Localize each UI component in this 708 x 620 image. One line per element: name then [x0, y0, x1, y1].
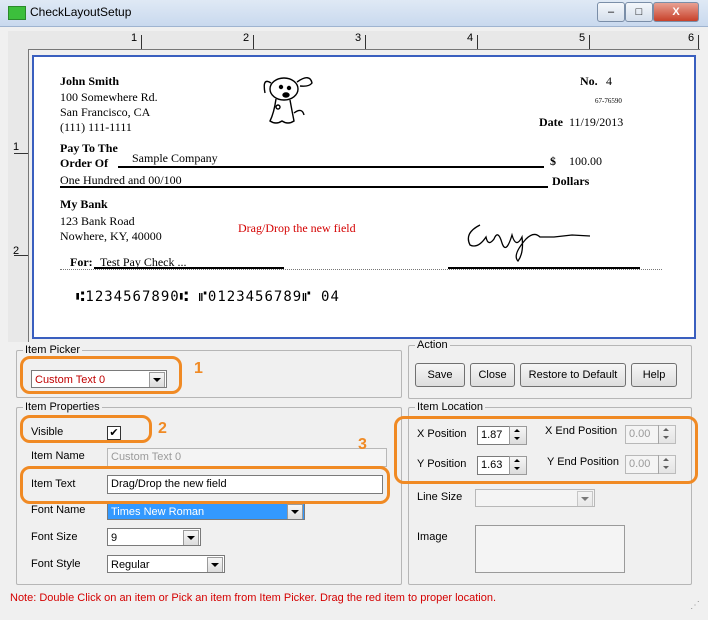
highlight-visible	[20, 415, 152, 443]
bank-address-line1[interactable]: 123 Bank Road	[60, 214, 135, 229]
help-button[interactable]: Help	[631, 363, 677, 387]
annotation-number-1: 1	[194, 360, 203, 377]
line-size-select[interactable]	[475, 489, 595, 507]
annotation-number-3: 3	[358, 436, 367, 453]
ruler-label: 3	[355, 32, 362, 44]
chevron-down-icon[interactable]	[207, 557, 223, 572]
chevron-down-icon[interactable]	[287, 504, 303, 519]
payee-name[interactable]: Sample Company	[132, 151, 218, 166]
line-size-label: Line Size	[417, 491, 463, 503]
payer-address-line1[interactable]: 100 Somewhere Rd.	[60, 90, 158, 105]
micr-line[interactable]: ⑆1234567890⑆ ⑈0123456789⑈ 04	[76, 289, 340, 305]
ruler-label: 1	[13, 141, 20, 153]
app-icon	[8, 6, 26, 20]
bank-name[interactable]: My Bank	[60, 197, 108, 212]
chevron-down-icon[interactable]	[183, 530, 199, 545]
dollars-label[interactable]: Dollars	[552, 174, 589, 189]
date-label[interactable]: Date	[539, 115, 563, 130]
font-name-value: Times New Roman	[111, 506, 205, 518]
highlight-item-picker	[20, 356, 182, 394]
routing-fraction[interactable]: 67-76590	[595, 97, 622, 105]
action-group: Action Save Close Restore to Default Hel…	[408, 339, 692, 399]
pay-to-label-line2[interactable]: Order Of	[60, 156, 108, 171]
payer-address-line2[interactable]: San Francisco, CA	[60, 105, 150, 120]
image-label: Image	[417, 531, 448, 543]
minimize-button[interactable]: –	[597, 2, 625, 22]
dog-logo-icon[interactable]	[254, 69, 316, 131]
check-canvas[interactable]: John Smith 100 Somewhere Rd. San Francis…	[32, 55, 696, 339]
item-name-label: Item Name	[31, 450, 85, 462]
window-title: CheckLayoutSetup	[30, 5, 132, 19]
horizontal-ruler: 1 2 3 4 5 6	[8, 31, 700, 50]
status-note: Note: Double Click on an item or Pick an…	[10, 592, 497, 604]
close-button[interactable]: Close	[470, 363, 515, 387]
item-name-field[interactable]: Custom Text 0	[107, 448, 387, 467]
close-window-button[interactable]: X	[653, 2, 699, 22]
image-preview-box[interactable]	[475, 525, 625, 573]
ruler-label: 5	[579, 32, 586, 44]
payee-line	[118, 166, 544, 168]
ruler-label: 1	[131, 32, 138, 44]
title-bar: CheckLayoutSetup – □ X	[0, 0, 708, 27]
font-style-select[interactable]: Regular	[107, 555, 225, 573]
annotation-number-2: 2	[158, 420, 167, 437]
amount-value[interactable]: 100.00	[569, 154, 602, 169]
maximize-button[interactable]: □	[625, 2, 653, 22]
signature-image[interactable]	[462, 215, 602, 265]
item-picker-legend: Item Picker	[23, 344, 83, 356]
bank-address-line2[interactable]: Nowhere, KY, 40000	[60, 229, 162, 244]
restore-default-button[interactable]: Restore to Default	[520, 363, 626, 387]
vertical-ruler: 1 2	[8, 49, 29, 342]
ruler-label: 4	[467, 32, 474, 44]
font-style-label: Font Style	[31, 558, 81, 570]
ruler-label: 6	[688, 32, 695, 44]
action-legend: Action	[415, 339, 450, 351]
highlight-item-location	[394, 416, 698, 484]
check-no-value[interactable]: 4	[606, 74, 612, 89]
ruler-label: 2	[13, 245, 20, 257]
font-name-label: Font Name	[31, 504, 86, 516]
custom-text-field[interactable]: Drag/Drop the new field	[238, 221, 356, 236]
pay-to-label-line1[interactable]: Pay To The	[60, 141, 118, 156]
dollar-sign[interactable]: $	[550, 154, 556, 169]
check-no-label[interactable]: No.	[580, 74, 598, 89]
save-button[interactable]: Save	[415, 363, 465, 387]
highlight-item-text	[20, 466, 390, 504]
micr-guide-line	[60, 269, 662, 270]
font-size-value: 9	[111, 532, 118, 544]
chevron-down-icon[interactable]	[577, 491, 593, 506]
item-location-legend: Item Location	[415, 401, 486, 413]
payer-name[interactable]: John Smith	[60, 74, 119, 89]
font-name-select[interactable]: Times New Roman	[107, 502, 305, 520]
item-properties-legend: Item Properties	[23, 401, 102, 413]
ruler-label: 2	[243, 32, 250, 44]
font-size-label: Font Size	[31, 531, 78, 543]
memo-label[interactable]: For:	[70, 255, 93, 270]
amount-words-line	[60, 186, 548, 188]
date-value[interactable]: 11/19/2013	[569, 115, 623, 130]
font-style-value: Regular	[111, 559, 150, 571]
payer-phone[interactable]: (111) 111-1111	[60, 120, 132, 135]
font-size-select[interactable]: 9	[107, 528, 201, 546]
resize-grip-icon[interactable]: ⋰	[690, 600, 704, 614]
